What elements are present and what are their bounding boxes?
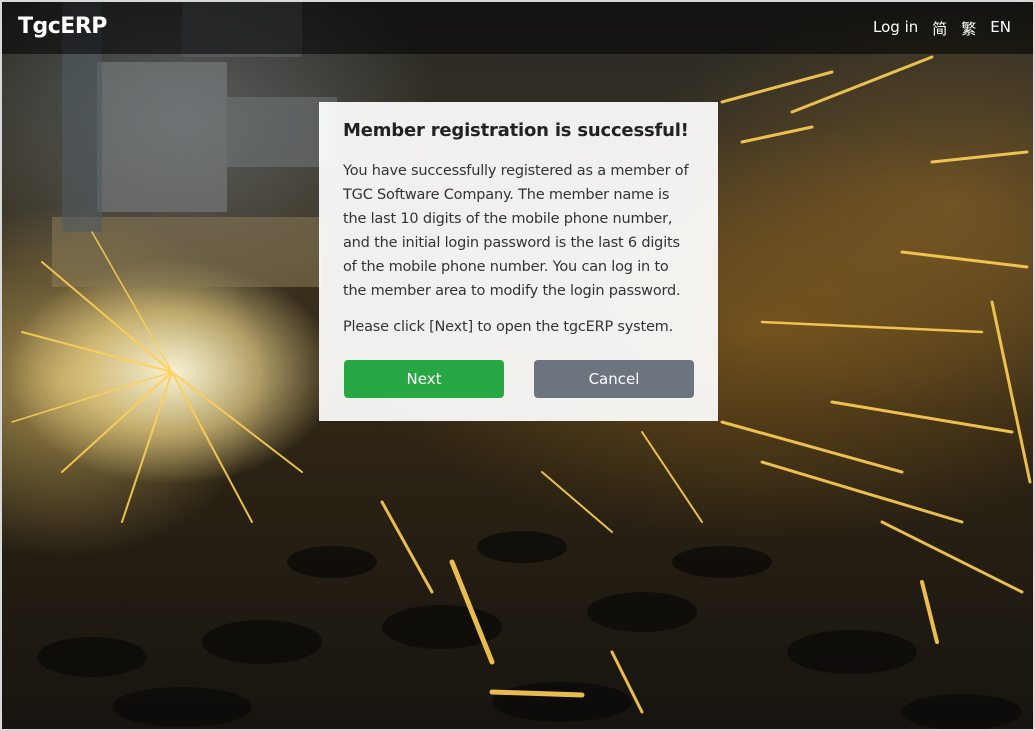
lang-traditional-chinese-link[interactable]: 繁	[961, 18, 976, 39]
registration-success-dialog: Member registration is successful! You h…	[319, 102, 718, 421]
brand-logo[interactable]: TgcERP	[18, 14, 107, 39]
dialog-note: Please click [Next] to open the tgcERP s…	[343, 319, 674, 335]
lang-english-link[interactable]: EN	[990, 18, 1011, 39]
dialog-buttons: Next Cancel	[344, 360, 694, 398]
browser-viewport: TgcERP Log in 简 繁 EN Member registration…	[0, 0, 1035, 731]
top-navbar: TgcERP Log in 简 繁 EN	[2, 2, 1033, 54]
cancel-button[interactable]: Cancel	[534, 360, 694, 398]
nav-links: Log in 简 繁 EN	[873, 18, 1011, 39]
dialog-message: You have successfully registered as a me…	[343, 163, 689, 299]
lang-simplified-chinese-link[interactable]: 简	[932, 18, 947, 39]
next-button[interactable]: Next	[344, 360, 504, 398]
login-link[interactable]: Log in	[873, 18, 918, 39]
dialog-title: Member registration is successful!	[343, 120, 689, 141]
